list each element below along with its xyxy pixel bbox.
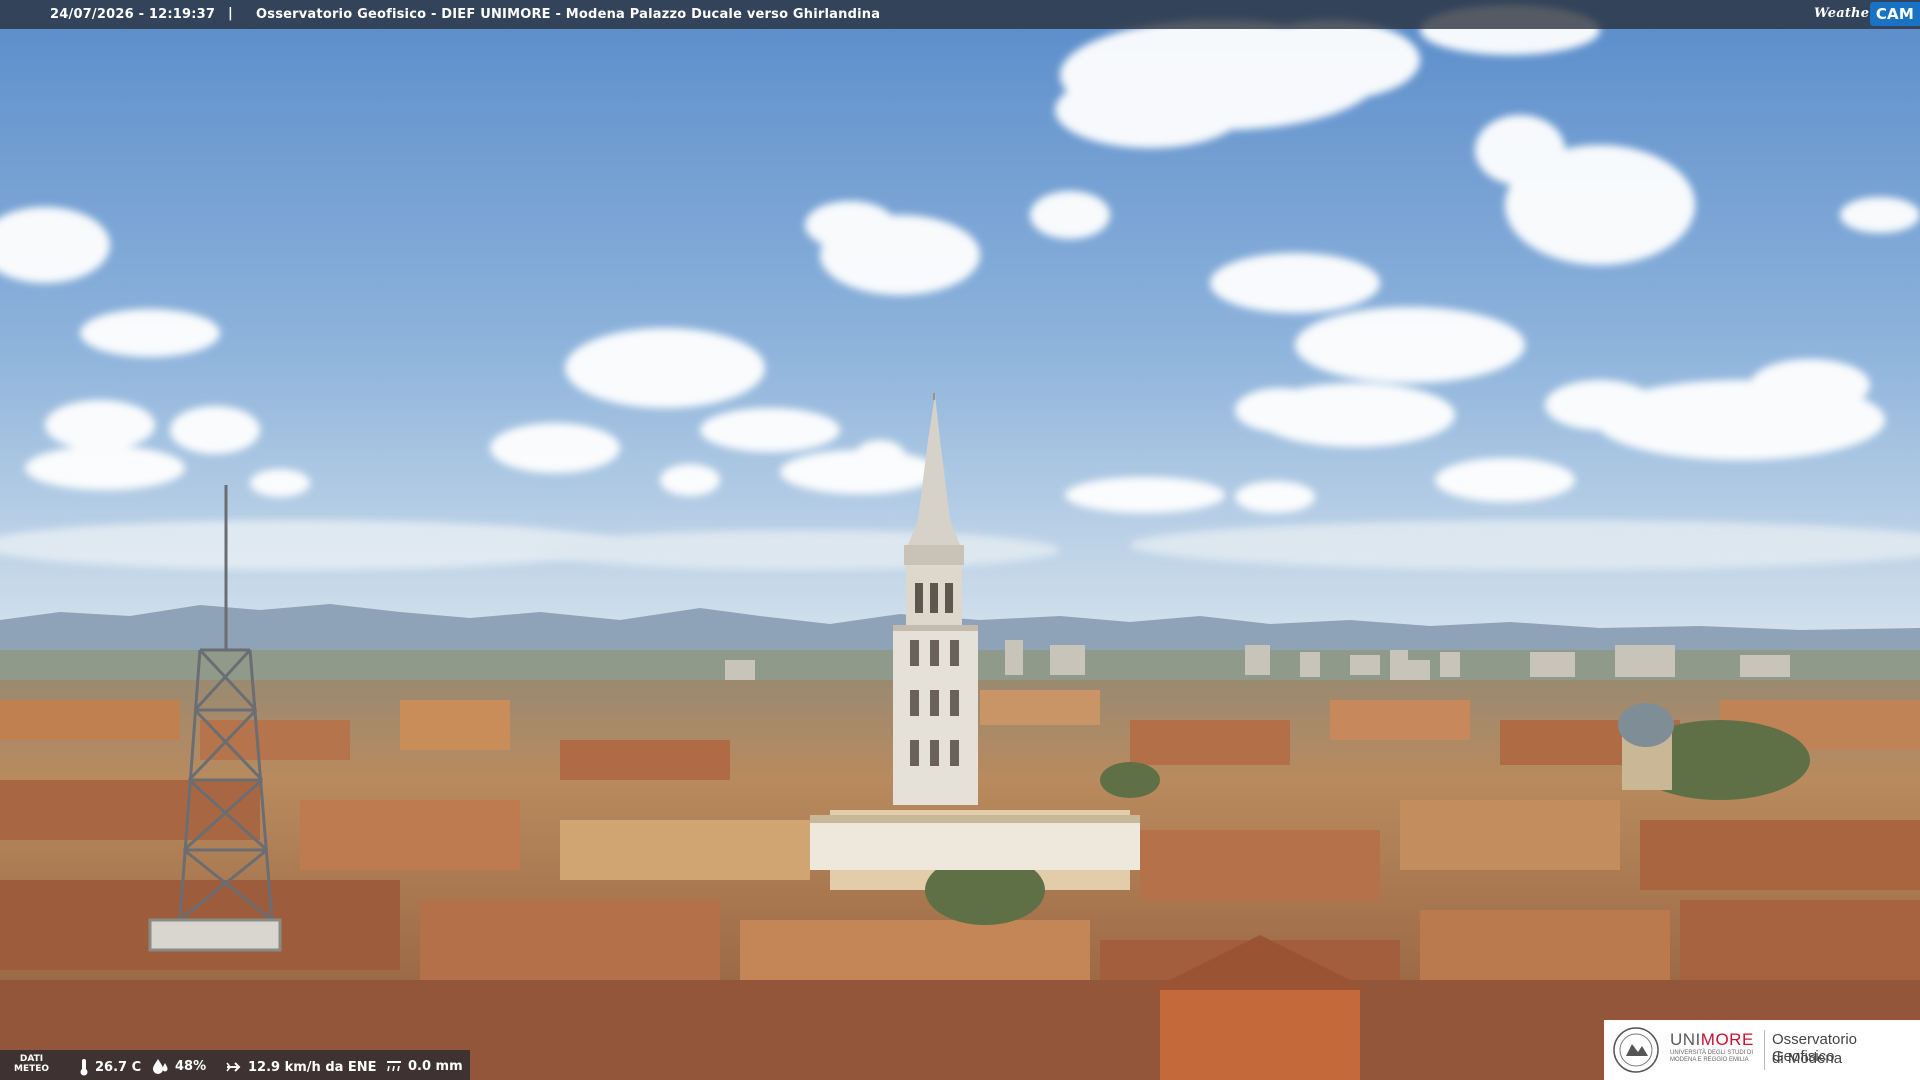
unimore-logo-box: UNIMORE UNIVERSITÀ DEGLI STUDI DI MODENA…: [1604, 1020, 1920, 1080]
thermometer-icon: [78, 1058, 90, 1076]
weathercam-logo-weather: Weather: [1814, 6, 1877, 21]
weathercam-logo: Weather CAM: [1812, 0, 1920, 29]
unimore-more: MORE: [1700, 1030, 1754, 1049]
wind-item: 12.9 km/h da ENE: [225, 1058, 377, 1076]
rain-value: 0.0 mm: [408, 1058, 463, 1074]
unimore-fullname: UNIVERSITÀ DEGLI STUDI DI MODENA E REGGI…: [1670, 1050, 1754, 1063]
observatory-line2: di Modena: [1772, 1050, 1843, 1067]
unimore-wordmark: UNIMORE: [1670, 1030, 1754, 1050]
camera-title: Osservatorio Geofisico - DIEF UNIMORE - …: [256, 7, 881, 22]
wind-vane-icon: [225, 1058, 243, 1076]
meteo-label-line2: METEO: [14, 1064, 50, 1074]
copper-dome: [1618, 703, 1674, 790]
university-seal-icon: [1612, 1026, 1660, 1074]
temperature-item: 26.7 C: [78, 1058, 141, 1076]
rain-item: 0.0 mm: [385, 1058, 463, 1074]
humidity-drop-icon: [152, 1058, 170, 1074]
wind-value: 12.9 km/h da ENE: [248, 1059, 377, 1075]
foreground-palace: [810, 815, 1140, 870]
meteo-label: DATI METEO: [14, 1054, 49, 1074]
timestamp: 24/07/2026 - 12:19:37: [50, 7, 216, 22]
meteo-bar: DATI METEO 26.7 C 48% 12.9 km/h da ENE 0…: [0, 1050, 470, 1080]
separator: |: [228, 6, 233, 21]
humidity-value: 48%: [175, 1058, 207, 1074]
weathercam-logo-cam: CAM: [1869, 2, 1920, 26]
overlay-bar: 24/07/2026 - 12:19:37 | Osservatorio Geo…: [0, 0, 1920, 29]
rain-icon: [385, 1058, 403, 1074]
unimore-uni: UNI: [1670, 1030, 1701, 1049]
meteo-label-line1: DATI: [19, 1054, 44, 1064]
temperature-value: 26.7 C: [95, 1059, 142, 1075]
logo-divider: [1764, 1030, 1765, 1070]
webcam-scene: [0, 0, 1920, 1080]
humidity-item: 48%: [152, 1058, 206, 1074]
